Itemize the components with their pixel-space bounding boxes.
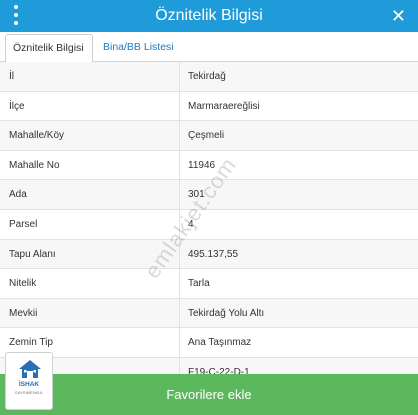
logo-subtitle: GAYRİMENKUL xyxy=(14,390,44,395)
table-row: Mevkii Tekirdağ Yolu Altı xyxy=(0,298,418,329)
row-value: 11946 xyxy=(188,159,216,171)
row-value: Çeşmeli xyxy=(188,130,225,142)
row-key: Mahalle No xyxy=(0,150,180,180)
table-row: Zemin Tip Ana Taşınmaz xyxy=(0,328,418,358)
add-to-favorites-button[interactable]: Favorilere ekle xyxy=(0,374,418,415)
table-row: Parsel 4 xyxy=(0,209,418,240)
row-key: Nitelik xyxy=(0,269,180,298)
attribute-table: İl Tekirdağ İlçe Marmaraereğlisi Mahalle… xyxy=(0,62,418,388)
tab-attribute-info[interactable]: Öznitelik Bilgisi xyxy=(5,34,93,63)
row-value: Tarla xyxy=(188,278,210,290)
row-value: Tekirdağ xyxy=(188,71,226,82)
logo-brand: İSHAK xyxy=(18,381,40,388)
header-bar: Öznitelik Bilgisi ✕ xyxy=(0,0,418,32)
table-row: Tapu Alanı 495.137,55 xyxy=(0,239,418,270)
table-row: Ada 301 xyxy=(0,180,418,210)
row-key: Parsel xyxy=(0,209,180,239)
row-key: Ada xyxy=(0,180,180,209)
table-row: Mahalle/Köy Çeşmeli xyxy=(0,121,418,151)
table-row: İlçe Marmaraereğlisi xyxy=(0,91,418,122)
row-key: İl xyxy=(0,62,180,91)
tab-bar: Öznitelik Bilgisi Bina/BB Listesi xyxy=(0,32,418,63)
tab-building-list[interactable]: Bina/BB Listesi xyxy=(96,34,181,63)
house-icon xyxy=(19,360,41,378)
row-key: Mahalle/Köy xyxy=(0,121,180,150)
row-value: Tekirdağ Yolu Altı xyxy=(188,307,265,319)
row-key: Mevkii xyxy=(0,298,180,328)
table-row: İl Tekirdağ xyxy=(0,62,418,92)
table-row: Nitelik Tarla xyxy=(0,269,418,299)
row-key: İlçe xyxy=(0,91,180,121)
page-title: Öznitelik Bilgisi xyxy=(155,7,263,24)
table-row: Mahalle No 11946 xyxy=(0,150,418,181)
close-icon[interactable]: ✕ xyxy=(391,0,406,32)
row-value: 495.137,55 xyxy=(188,248,239,260)
row-value: Marmaraereğlisi xyxy=(188,100,260,112)
row-value: 4 xyxy=(188,218,194,230)
row-value: Ana Taşınmaz xyxy=(188,337,252,349)
row-key: Tapu Alanı xyxy=(0,239,180,269)
agency-logo: İSHAK GAYRİMENKUL xyxy=(5,352,53,410)
row-value: 301 xyxy=(188,189,205,201)
